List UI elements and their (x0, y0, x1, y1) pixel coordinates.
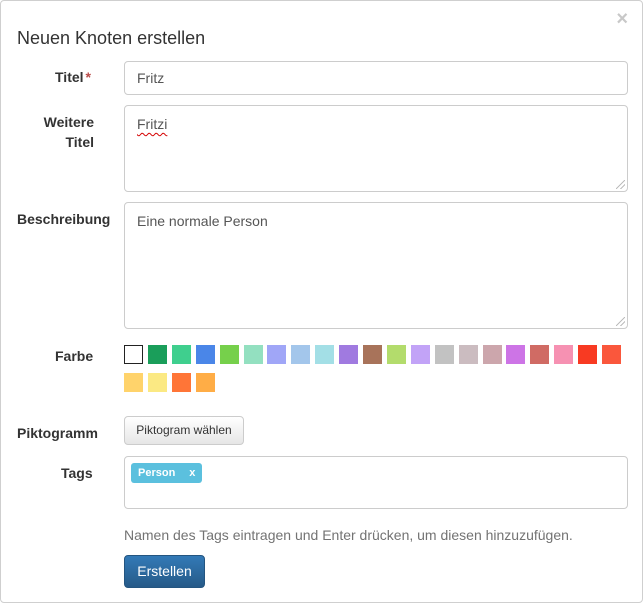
tags-input[interactable]: Person x (124, 456, 628, 509)
dialog-title: Neuen Knoten erstellen (17, 28, 206, 48)
color-swatch[interactable] (171, 345, 191, 364)
tag-remove-icon[interactable]: x (189, 467, 195, 479)
tags-help-text: Namen des Tags eintragen und Enter drück… (124, 527, 573, 543)
title-label-text: Titel (55, 69, 84, 85)
alt-titles-textarea[interactable]: Fritzi (124, 105, 628, 192)
tags-label: Tags (61, 465, 93, 481)
description-value: Eine normale Person (137, 213, 268, 229)
description-label: Beschreibung (17, 211, 111, 227)
color-swatch[interactable] (410, 345, 430, 364)
color-swatch[interactable] (386, 345, 406, 364)
title-label: Titel * (55, 67, 91, 87)
title-input[interactable]: Fritz (124, 61, 628, 95)
alt-titles-value: Fritzi (137, 116, 168, 132)
close-icon[interactable]: × (616, 7, 628, 31)
title-input-value: Fritz (137, 70, 165, 86)
color-swatch[interactable] (267, 345, 287, 364)
choose-pictogram-button[interactable]: Piktogram wählen (124, 416, 244, 445)
alt-titles-label-line2: Titel (65, 134, 94, 150)
tag-chip: Person x (131, 463, 203, 483)
color-swatch[interactable] (195, 373, 215, 392)
tag-name: Person (138, 467, 176, 479)
color-label: Farbe (55, 348, 94, 364)
resize-handle-icon[interactable] (616, 317, 625, 326)
color-swatch[interactable] (124, 373, 143, 392)
create-button[interactable]: Erstellen (124, 555, 205, 588)
color-swatch[interactable] (554, 345, 574, 364)
color-swatch[interactable] (147, 373, 167, 392)
color-swatch[interactable] (291, 345, 311, 364)
color-swatch[interactable] (530, 345, 550, 364)
color-swatch[interactable] (243, 345, 263, 364)
alt-titles-label-line1: Weitere (43, 114, 94, 130)
color-swatch[interactable] (602, 345, 621, 364)
color-swatch[interactable] (506, 345, 526, 364)
color-swatch[interactable] (482, 345, 502, 364)
color-swatch[interactable] (434, 345, 454, 364)
color-swatch[interactable] (171, 373, 191, 392)
alt-titles-label: Weitere Titel (31, 112, 94, 152)
color-swatch[interactable] (219, 345, 239, 364)
description-textarea[interactable]: Eine normale Person (124, 202, 628, 329)
required-marker: * (85, 69, 91, 85)
color-swatch[interactable] (458, 345, 478, 364)
color-swatch[interactable] (339, 345, 359, 364)
color-swatch[interactable] (315, 345, 335, 364)
color-swatch[interactable] (195, 345, 215, 364)
color-swatch[interactable] (363, 345, 382, 364)
color-swatch[interactable] (147, 345, 167, 364)
resize-handle-icon[interactable] (616, 180, 625, 189)
create-node-dialog: Neuen Knoten erstellen × Titel * Fritz We… (0, 0, 643, 603)
color-swatch[interactable] (124, 345, 143, 364)
color-swatch[interactable] (578, 345, 598, 364)
pictogram-label: Piktogramm (17, 425, 98, 441)
